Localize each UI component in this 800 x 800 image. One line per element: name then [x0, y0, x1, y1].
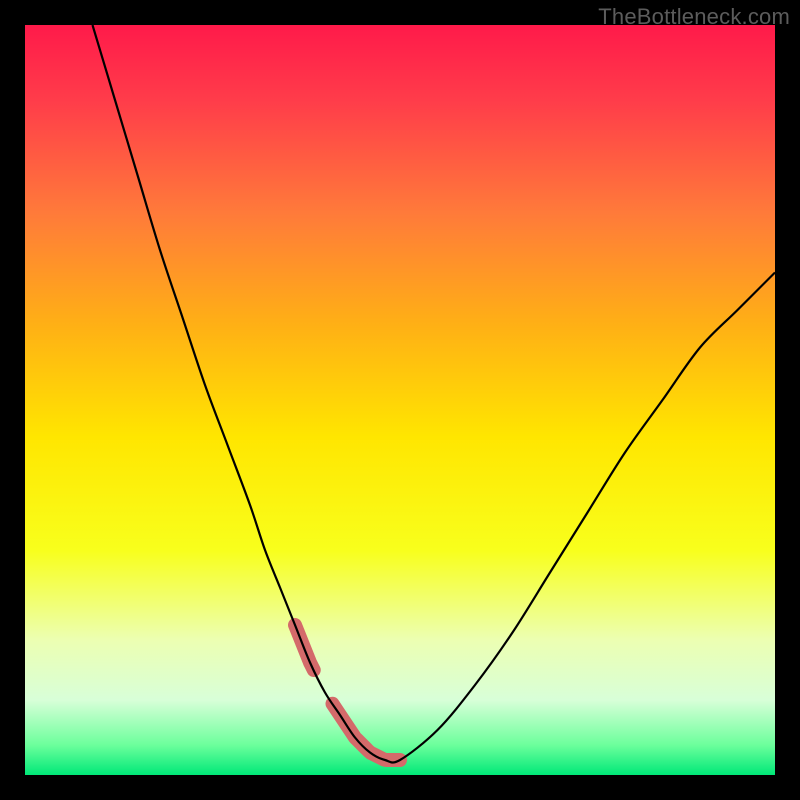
curve-highlight-segments — [295, 625, 400, 760]
bottleneck-curve — [93, 25, 776, 763]
watermark-label: TheBottleneck.com — [598, 4, 790, 30]
curve-layer — [25, 25, 775, 775]
highlight-segment — [333, 704, 401, 760]
plot-area — [25, 25, 775, 775]
chart-frame: TheBottleneck.com — [0, 0, 800, 800]
